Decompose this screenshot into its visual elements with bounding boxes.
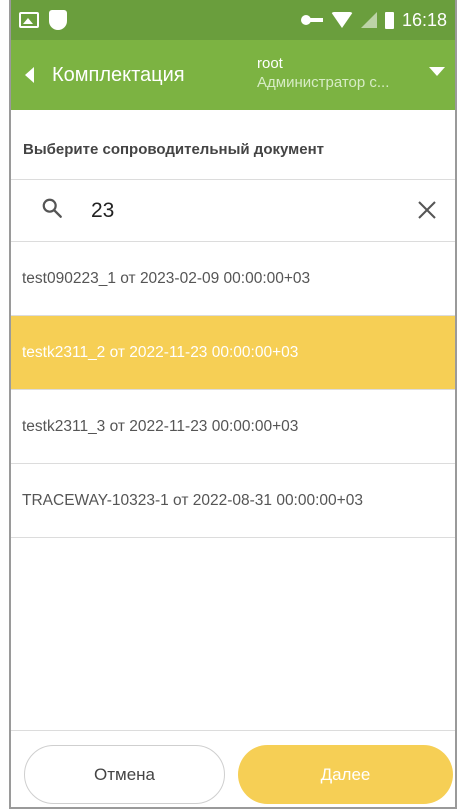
battery-icon — [384, 11, 394, 29]
status-time: 16:18 — [401, 9, 447, 30]
list-item-label: testk2311_2 от 2022-11-23 00:00:00+03 — [22, 343, 299, 361]
user-info: root Администратор с... — [257, 55, 417, 93]
search-bar — [11, 180, 455, 242]
back-arrow-icon — [25, 67, 34, 83]
user-role: Администратор с... — [257, 74, 390, 91]
clear-search-icon[interactable] — [417, 200, 437, 220]
bottom-action-bar: Отмена Далее — [11, 730, 455, 807]
list-item-label: TRACEWAY-10323-1 от 2022-08-31 00:00:00+… — [22, 491, 363, 509]
list-item-label: testk2311_3 от 2022-11-23 00:00:00+03 — [22, 417, 299, 435]
image-icon — [19, 12, 39, 28]
list-item[interactable]: testk2311_2 от 2022-11-23 00:00:00+03 — [11, 316, 455, 390]
list-item[interactable]: test090223_1 от 2023-02-09 00:00:00+03 — [11, 242, 455, 316]
status-bar: 16:18 — [11, 0, 455, 40]
next-button[interactable]: Далее — [238, 745, 453, 804]
document-list: test090223_1 от 2023-02-09 00:00:00+03 t… — [11, 242, 455, 538]
wifi-icon — [330, 12, 353, 28]
user-menu-dropdown-icon[interactable] — [429, 67, 445, 76]
status-bar-right: 16:18 — [300, 9, 447, 31]
cancel-button[interactable]: Отмена — [24, 745, 225, 804]
search-input[interactable] — [91, 194, 391, 228]
list-item-label: test090223_1 от 2023-02-09 00:00:00+03 — [22, 269, 311, 287]
list-item[interactable]: testk2311_3 от 2022-11-23 00:00:00+03 — [11, 390, 455, 464]
signal-icon — [360, 12, 377, 28]
vpn-key-icon — [300, 14, 323, 26]
shield-icon — [49, 10, 67, 30]
section-label: Выберите сопроводительный документ — [23, 141, 324, 158]
toolbar-title: Комплектация — [52, 63, 185, 86]
back-button[interactable]: Комплектация — [11, 40, 195, 110]
search-icon — [42, 198, 62, 218]
list-item[interactable]: TRACEWAY-10323-1 от 2022-08-31 00:00:00+… — [11, 464, 455, 538]
user-name: root — [257, 55, 283, 72]
app-toolbar: Комплектация root Администратор с... — [11, 40, 455, 110]
status-bar-left — [19, 10, 67, 30]
